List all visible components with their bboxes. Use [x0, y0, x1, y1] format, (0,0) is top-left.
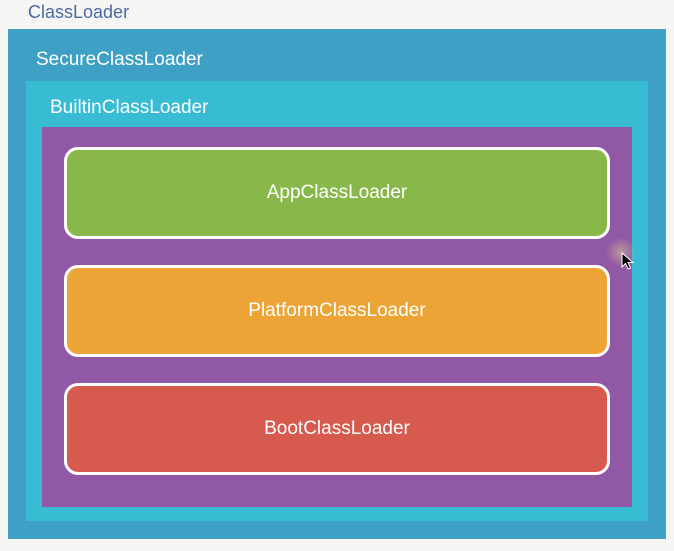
bootclassloader-label: BootClassLoader: [264, 418, 410, 440]
platformclassloader-label: PlatformClassLoader: [248, 300, 425, 322]
appclassloader-box: AppClassLoader: [64, 147, 610, 239]
builtinclassloader-box: AppClassLoader PlatformClassLoader BootC…: [42, 127, 632, 507]
builtinclassloader-label: BuiltinClassLoader: [42, 91, 632, 127]
appclassloader-label: AppClassLoader: [267, 182, 407, 204]
secureclassloader-box: BuiltinClassLoader AppClassLoader Platfo…: [26, 81, 648, 521]
platformclassloader-box: PlatformClassLoader: [64, 265, 610, 357]
classloader-label: ClassLoader: [0, 0, 674, 29]
bootclassloader-box: BootClassLoader: [64, 383, 610, 475]
classloader-box: SecureClassLoader BuiltinClassLoader App…: [8, 29, 666, 539]
secureclassloader-label: SecureClassLoader: [26, 41, 648, 81]
